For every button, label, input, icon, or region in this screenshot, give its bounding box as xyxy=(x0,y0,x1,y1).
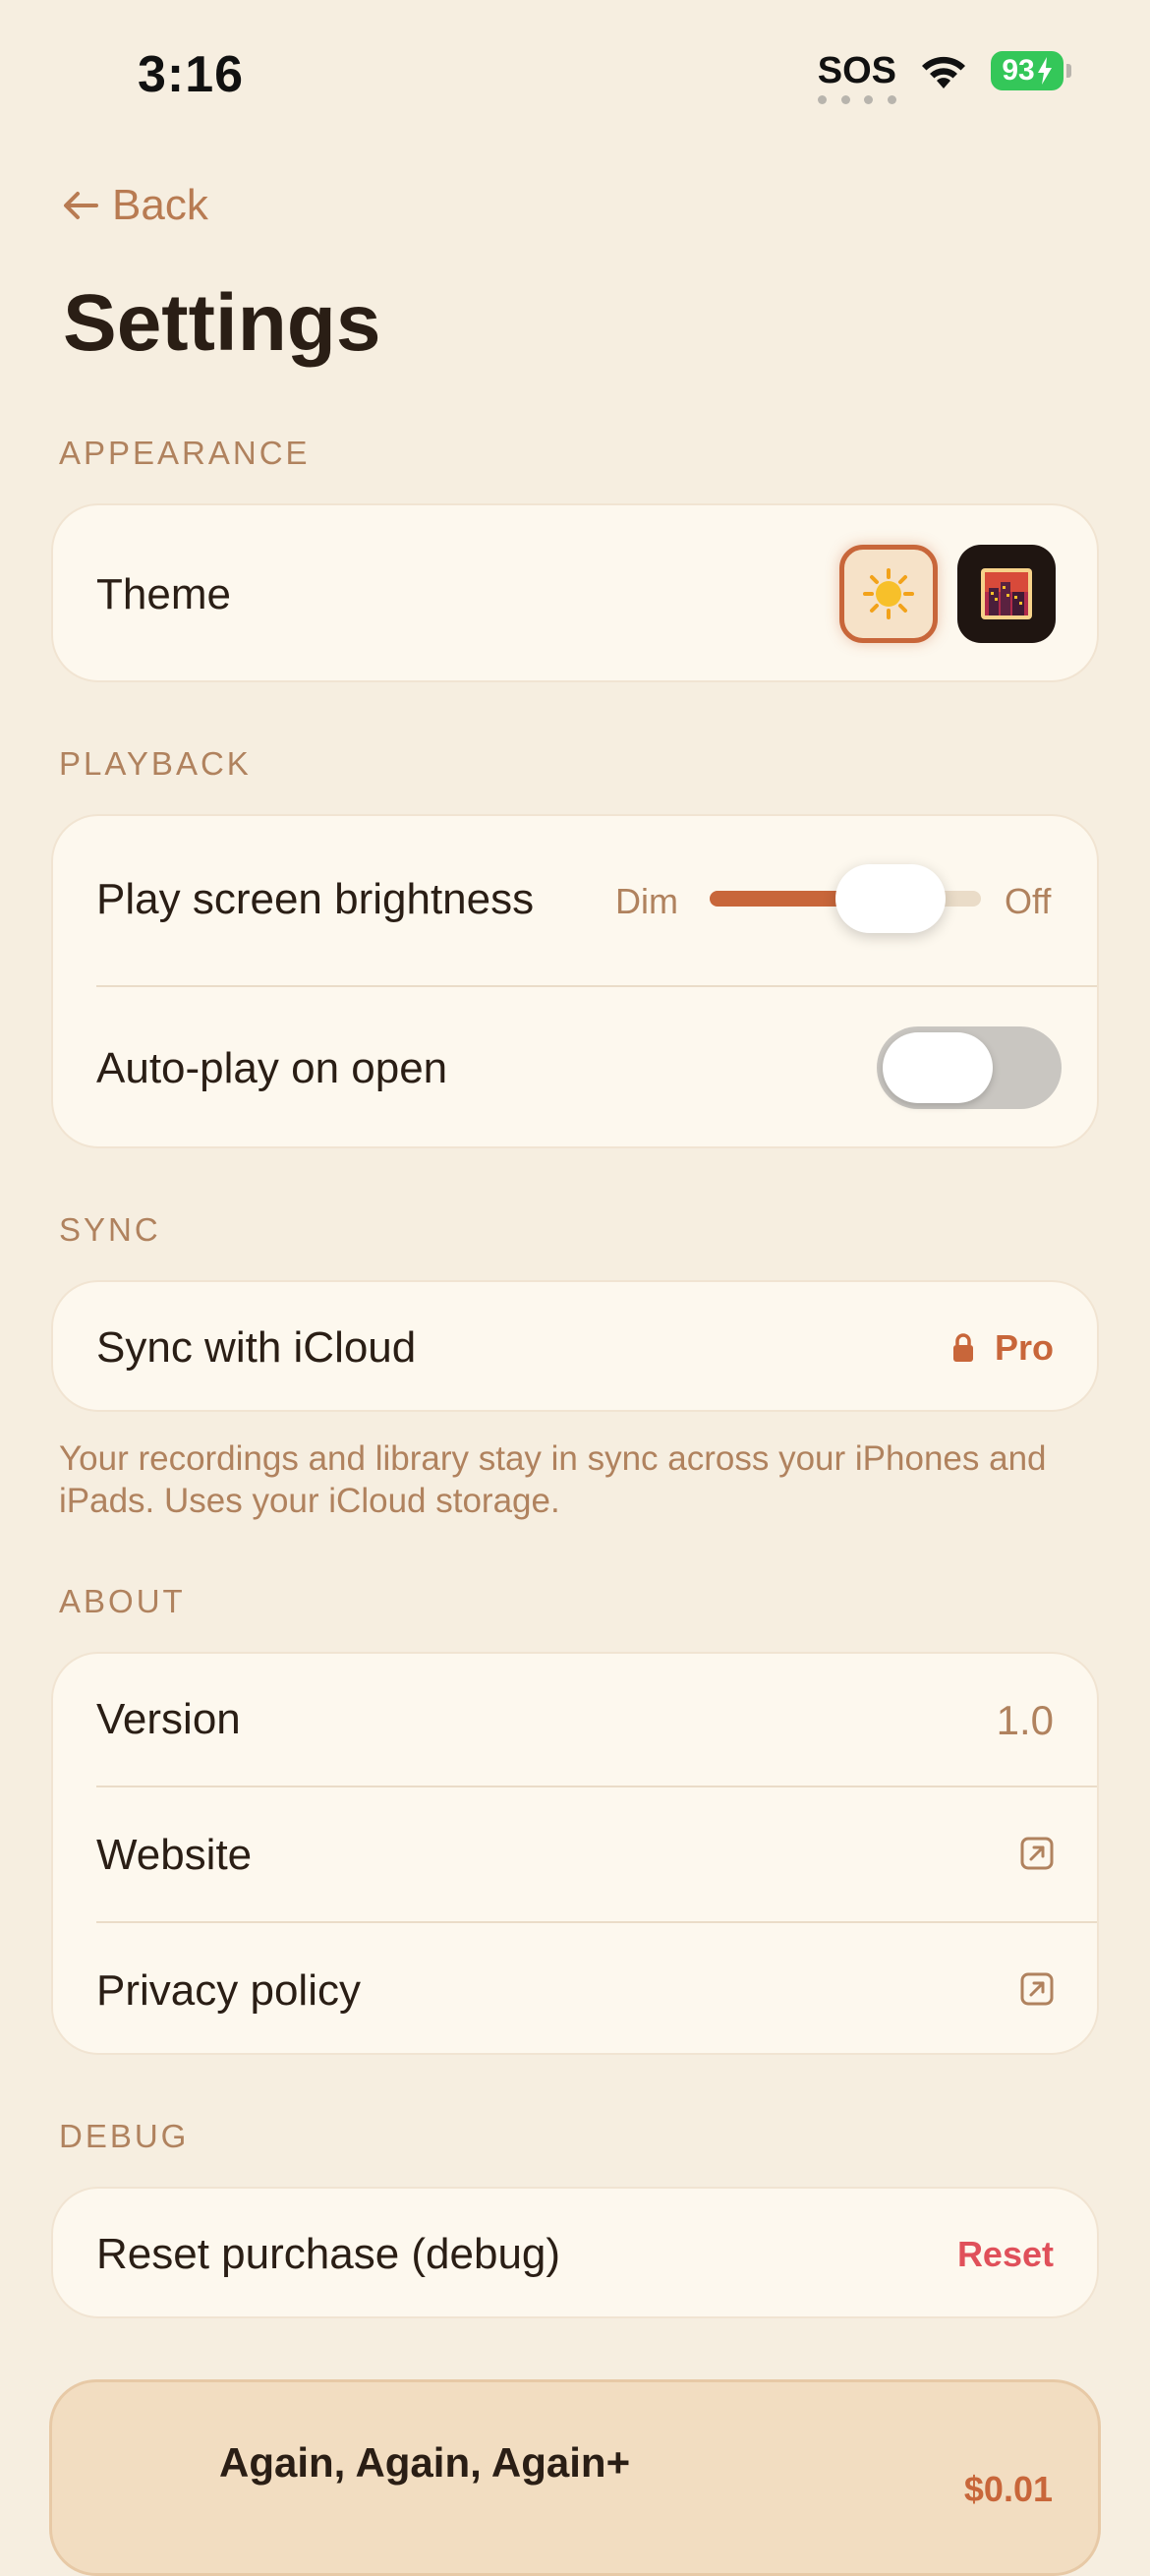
charging-bolt-icon xyxy=(1037,57,1052,85)
sync-card: Sync with iCloud Pro xyxy=(51,1280,1099,1412)
row-divider xyxy=(96,1921,1097,1923)
about-card: Version 1.0 Website Privacy policy xyxy=(51,1652,1099,2055)
sos-label: SOS xyxy=(817,50,896,91)
website-label: Website xyxy=(96,1831,253,1879)
wifi-icon xyxy=(922,56,965,88)
battery-percent: 93 xyxy=(1002,54,1035,87)
external-link-icon xyxy=(1020,1972,1054,2006)
sync-footnote: Your recordings and library stay in sync… xyxy=(59,1439,1047,1520)
signal-dots xyxy=(817,95,896,104)
battery-level: 93 xyxy=(991,51,1064,90)
icloud-sync-label: Sync with iCloud xyxy=(96,1323,417,1372)
battery-cap xyxy=(1066,64,1071,78)
row-divider xyxy=(96,1786,1097,1787)
promo-title: Again, Again, Again+ xyxy=(219,2439,631,2486)
external-link-icon xyxy=(1020,1837,1054,1870)
pro-label: Pro xyxy=(994,1327,1054,1368)
status-indicators: SOS 93 xyxy=(817,50,1071,104)
section-label-appearance: APPEARANCE xyxy=(59,435,311,471)
back-button[interactable]: Back xyxy=(63,181,208,230)
reset-button[interactable]: Reset xyxy=(957,2234,1054,2275)
theme-label: Theme xyxy=(96,570,231,618)
section-label-sync: SYNC xyxy=(59,1211,161,1248)
city-night-icon xyxy=(981,568,1032,619)
version-label: Version xyxy=(96,1695,241,1743)
reset-purchase-label: Reset purchase (debug) xyxy=(96,2230,561,2278)
page-title: Settings xyxy=(63,278,381,368)
promo-price: $0.01 xyxy=(963,2469,1053,2509)
moon-icon xyxy=(131,2455,180,2539)
appearance-card: Theme xyxy=(51,503,1099,682)
lock-icon xyxy=(952,1333,973,1362)
section-label-about: ABOUT xyxy=(59,1583,186,1619)
debug-card: Reset purchase (debug) Reset xyxy=(51,2187,1099,2318)
brightness-label: Play screen brightness xyxy=(96,875,535,923)
privacy-policy-label: Privacy policy xyxy=(96,1966,361,2015)
version-value: 1.0 xyxy=(996,1697,1054,1743)
status-time: 3:16 xyxy=(138,46,245,103)
upgrade-promo-card[interactable]: Again, Again, Again+ $0.01 xyxy=(49,2379,1101,2576)
arrow-left-icon xyxy=(64,192,98,219)
autoplay-label: Auto-play on open xyxy=(96,1044,448,1092)
sun-icon xyxy=(863,568,914,619)
toggle-knob xyxy=(883,1032,993,1103)
theme-option-dark[interactable] xyxy=(957,545,1056,643)
playback-card: Play screen brightness Dim Off Auto-play… xyxy=(51,814,1099,1148)
slider-thumb[interactable] xyxy=(834,864,946,933)
row-divider xyxy=(96,985,1097,987)
pro-badge[interactable]: Pro xyxy=(951,1327,1054,1369)
section-label-playback: PLAYBACK xyxy=(59,745,252,782)
theme-option-light[interactable] xyxy=(839,545,938,643)
section-label-debug: DEBUG xyxy=(59,2118,190,2154)
back-label: Back xyxy=(112,181,208,229)
battery-indicator: 93 xyxy=(991,51,1071,90)
brightness-min-label: Dim xyxy=(615,881,678,921)
autoplay-toggle[interactable] xyxy=(877,1026,1062,1109)
sos-indicator: SOS xyxy=(817,50,896,104)
brightness-max-label: Off xyxy=(1005,881,1052,921)
